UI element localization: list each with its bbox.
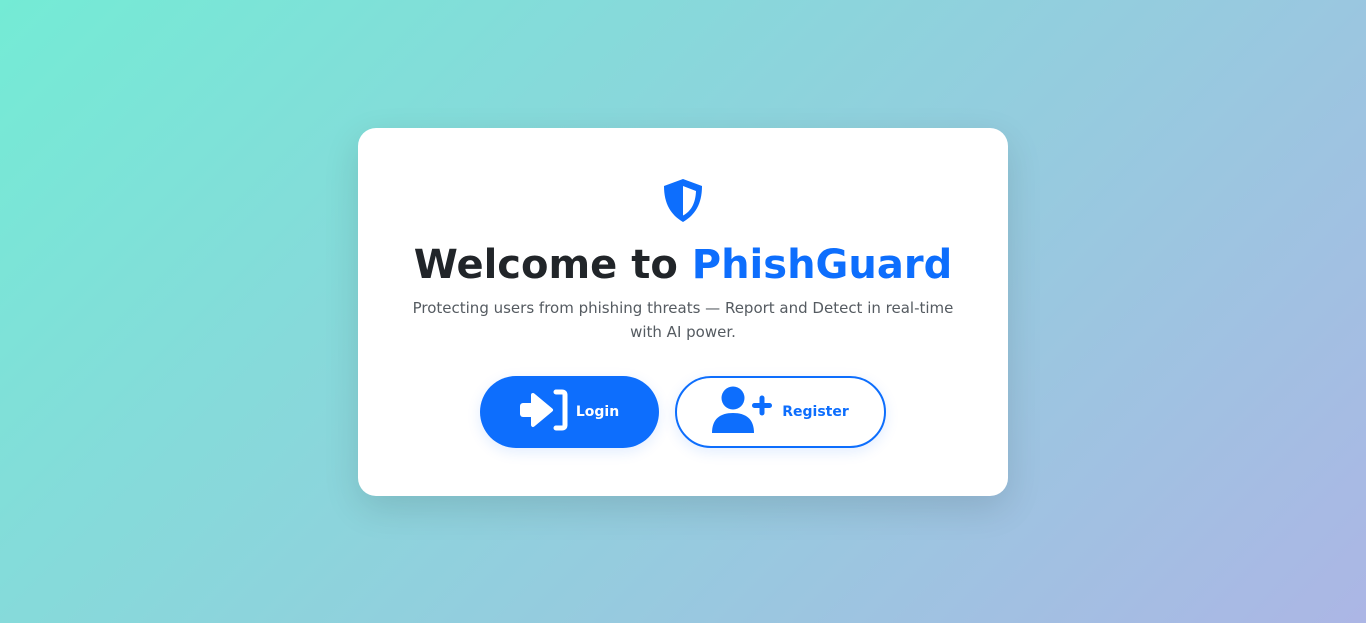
login-button[interactable]: Login [480,376,659,448]
shield-icon [659,176,707,224]
register-label: Register [782,404,849,420]
title-prefix: Welcome to [413,242,692,288]
register-button[interactable]: Register [675,376,886,448]
sign-in-icon [519,389,568,435]
login-label: Login [575,404,620,420]
page-title: Welcome to PhishGuard [358,240,1008,290]
welcome-card: Welcome to PhishGuard Protecting users f… [358,128,1008,496]
tagline: Protecting users from phishing threats —… [412,299,954,341]
brand-name: PhishGuard [691,242,953,288]
user-plus-icon [712,385,774,439]
